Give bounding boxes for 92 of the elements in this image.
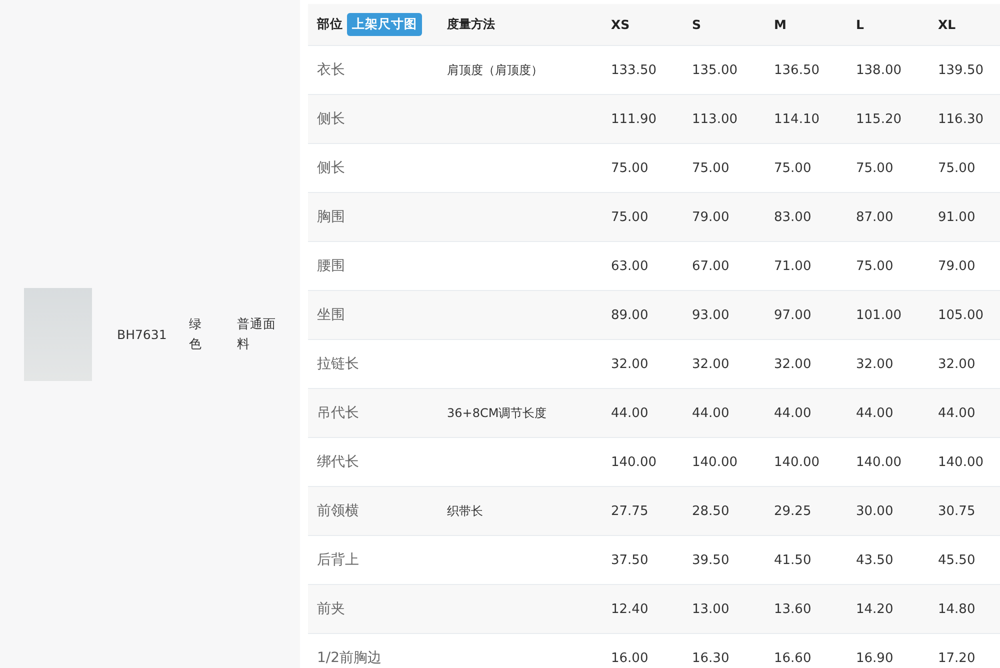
table-cell: 前领横 (317, 502, 359, 520)
column-header: 度量方法 (447, 16, 495, 33)
column-header: S (692, 17, 702, 32)
table-cell: 44.00 (692, 406, 730, 420)
table-cell: 136.50 (774, 62, 820, 78)
table-cell: 89.00 (611, 308, 648, 322)
table-cell: 27.75 (611, 504, 648, 518)
table-cell: 114.10 (774, 112, 820, 126)
table-cell: 45.50 (938, 552, 976, 568)
table-cell: 71.00 (774, 258, 812, 274)
table-cell: 44.00 (611, 406, 648, 420)
table-cell: 前夹 (317, 600, 345, 618)
table-cell: 44.00 (938, 406, 976, 420)
table-cell: 75.00 (692, 160, 730, 176)
table-cell: 87.00 (856, 210, 894, 224)
product-fabric: 普通面料 (236, 315, 277, 353)
table-cell: 75.00 (856, 258, 894, 274)
table-cell: 41.50 (774, 552, 812, 568)
table-cell: 胸围 (317, 208, 345, 226)
table-cell: 75.00 (856, 160, 894, 176)
table-cell: 140.00 (611, 454, 656, 470)
table-cell: 侧长 (317, 110, 345, 128)
table-cell: 113.00 (692, 112, 738, 126)
table-cell: 135.00 (692, 62, 738, 78)
table-cell: 101.00 (856, 308, 902, 322)
table-cell: 75.00 (774, 160, 812, 176)
column-header: XL (938, 17, 956, 32)
table-cell: 140.00 (938, 454, 984, 470)
table-cell: 12.40 (611, 602, 648, 616)
table-cell: 侧长 (317, 159, 345, 177)
table-cell: 91.00 (938, 210, 976, 224)
table-cell: 37.50 (611, 552, 648, 568)
size-chart-badge[interactable]: 上架尺寸图 (347, 13, 422, 36)
table-cell: 63.00 (611, 258, 648, 274)
table-cell: 32.00 (774, 356, 812, 372)
column-header: L (856, 17, 864, 32)
column-header: M (774, 17, 786, 32)
product-code: BH7631 (117, 326, 167, 342)
table-cell: 105.00 (938, 308, 984, 322)
table-cell: 16.90 (856, 650, 894, 666)
table-cell: 140.00 (774, 454, 820, 470)
table-cell: 140.00 (856, 454, 902, 470)
table-cell: 138.00 (856, 62, 902, 78)
table-cell: 坐围 (317, 306, 345, 324)
table-cell: 衣长 (317, 61, 345, 79)
table-cell: 111.90 (611, 112, 656, 126)
table-cell: 14.80 (938, 602, 976, 616)
table-cell: 13.60 (774, 602, 812, 616)
table-cell: 30.00 (856, 504, 894, 518)
table-cell: 1/2前胸边 (317, 649, 382, 667)
table-cell: 139.50 (938, 62, 984, 78)
table-cell: 拉链长 (317, 355, 359, 373)
table-cell: 133.50 (611, 62, 656, 78)
table-cell: 97.00 (774, 308, 812, 322)
table-cell: 75.00 (938, 160, 976, 176)
table-cell: 吊代长 (317, 404, 359, 422)
table-cell: 29.25 (774, 504, 812, 518)
table-cell: 36+8CM调节长度 (447, 404, 547, 422)
table-cell: 30.75 (938, 504, 976, 518)
table-cell: 83.00 (774, 210, 812, 224)
table-cell: 腰围 (317, 257, 345, 275)
table-cell: 32.00 (938, 356, 976, 372)
table-cell: 79.00 (692, 210, 730, 224)
table-cell: 17.20 (938, 650, 976, 666)
table-cell: 后背上 (317, 551, 359, 569)
table-cell: 116.30 (938, 112, 984, 126)
table-cell: 肩顶度（肩顶度） (447, 62, 543, 78)
table-cell: 16.30 (692, 650, 730, 666)
table-cell: 75.00 (611, 210, 648, 224)
table-cell: 44.00 (856, 406, 894, 420)
column-header: 部位 (317, 16, 343, 33)
product-color: 绿色 (188, 315, 203, 353)
table-cell: 32.00 (856, 356, 894, 372)
table-cell: 75.00 (611, 160, 648, 176)
table-cell: 44.00 (774, 406, 812, 420)
table-cell: 43.50 (856, 552, 894, 568)
table-cell: 140.00 (692, 454, 738, 470)
table-cell: 32.00 (611, 356, 648, 372)
column-header: XS (611, 17, 630, 32)
table-cell: 79.00 (938, 258, 976, 274)
table-cell: 39.50 (692, 552, 730, 568)
table-cell: 14.20 (856, 602, 894, 616)
table-cell: 13.00 (692, 602, 730, 616)
table-cell: 28.50 (692, 504, 730, 518)
table-cell: 绑代长 (317, 453, 359, 471)
table-cell: 16.00 (611, 650, 648, 666)
table-cell: 115.20 (856, 112, 902, 126)
table-cell: 16.60 (774, 650, 812, 666)
table-cell: 织带长 (447, 502, 483, 520)
table-cell: 67.00 (692, 258, 730, 274)
table-cell: 93.00 (692, 308, 730, 322)
table-cell: 32.00 (692, 356, 730, 372)
